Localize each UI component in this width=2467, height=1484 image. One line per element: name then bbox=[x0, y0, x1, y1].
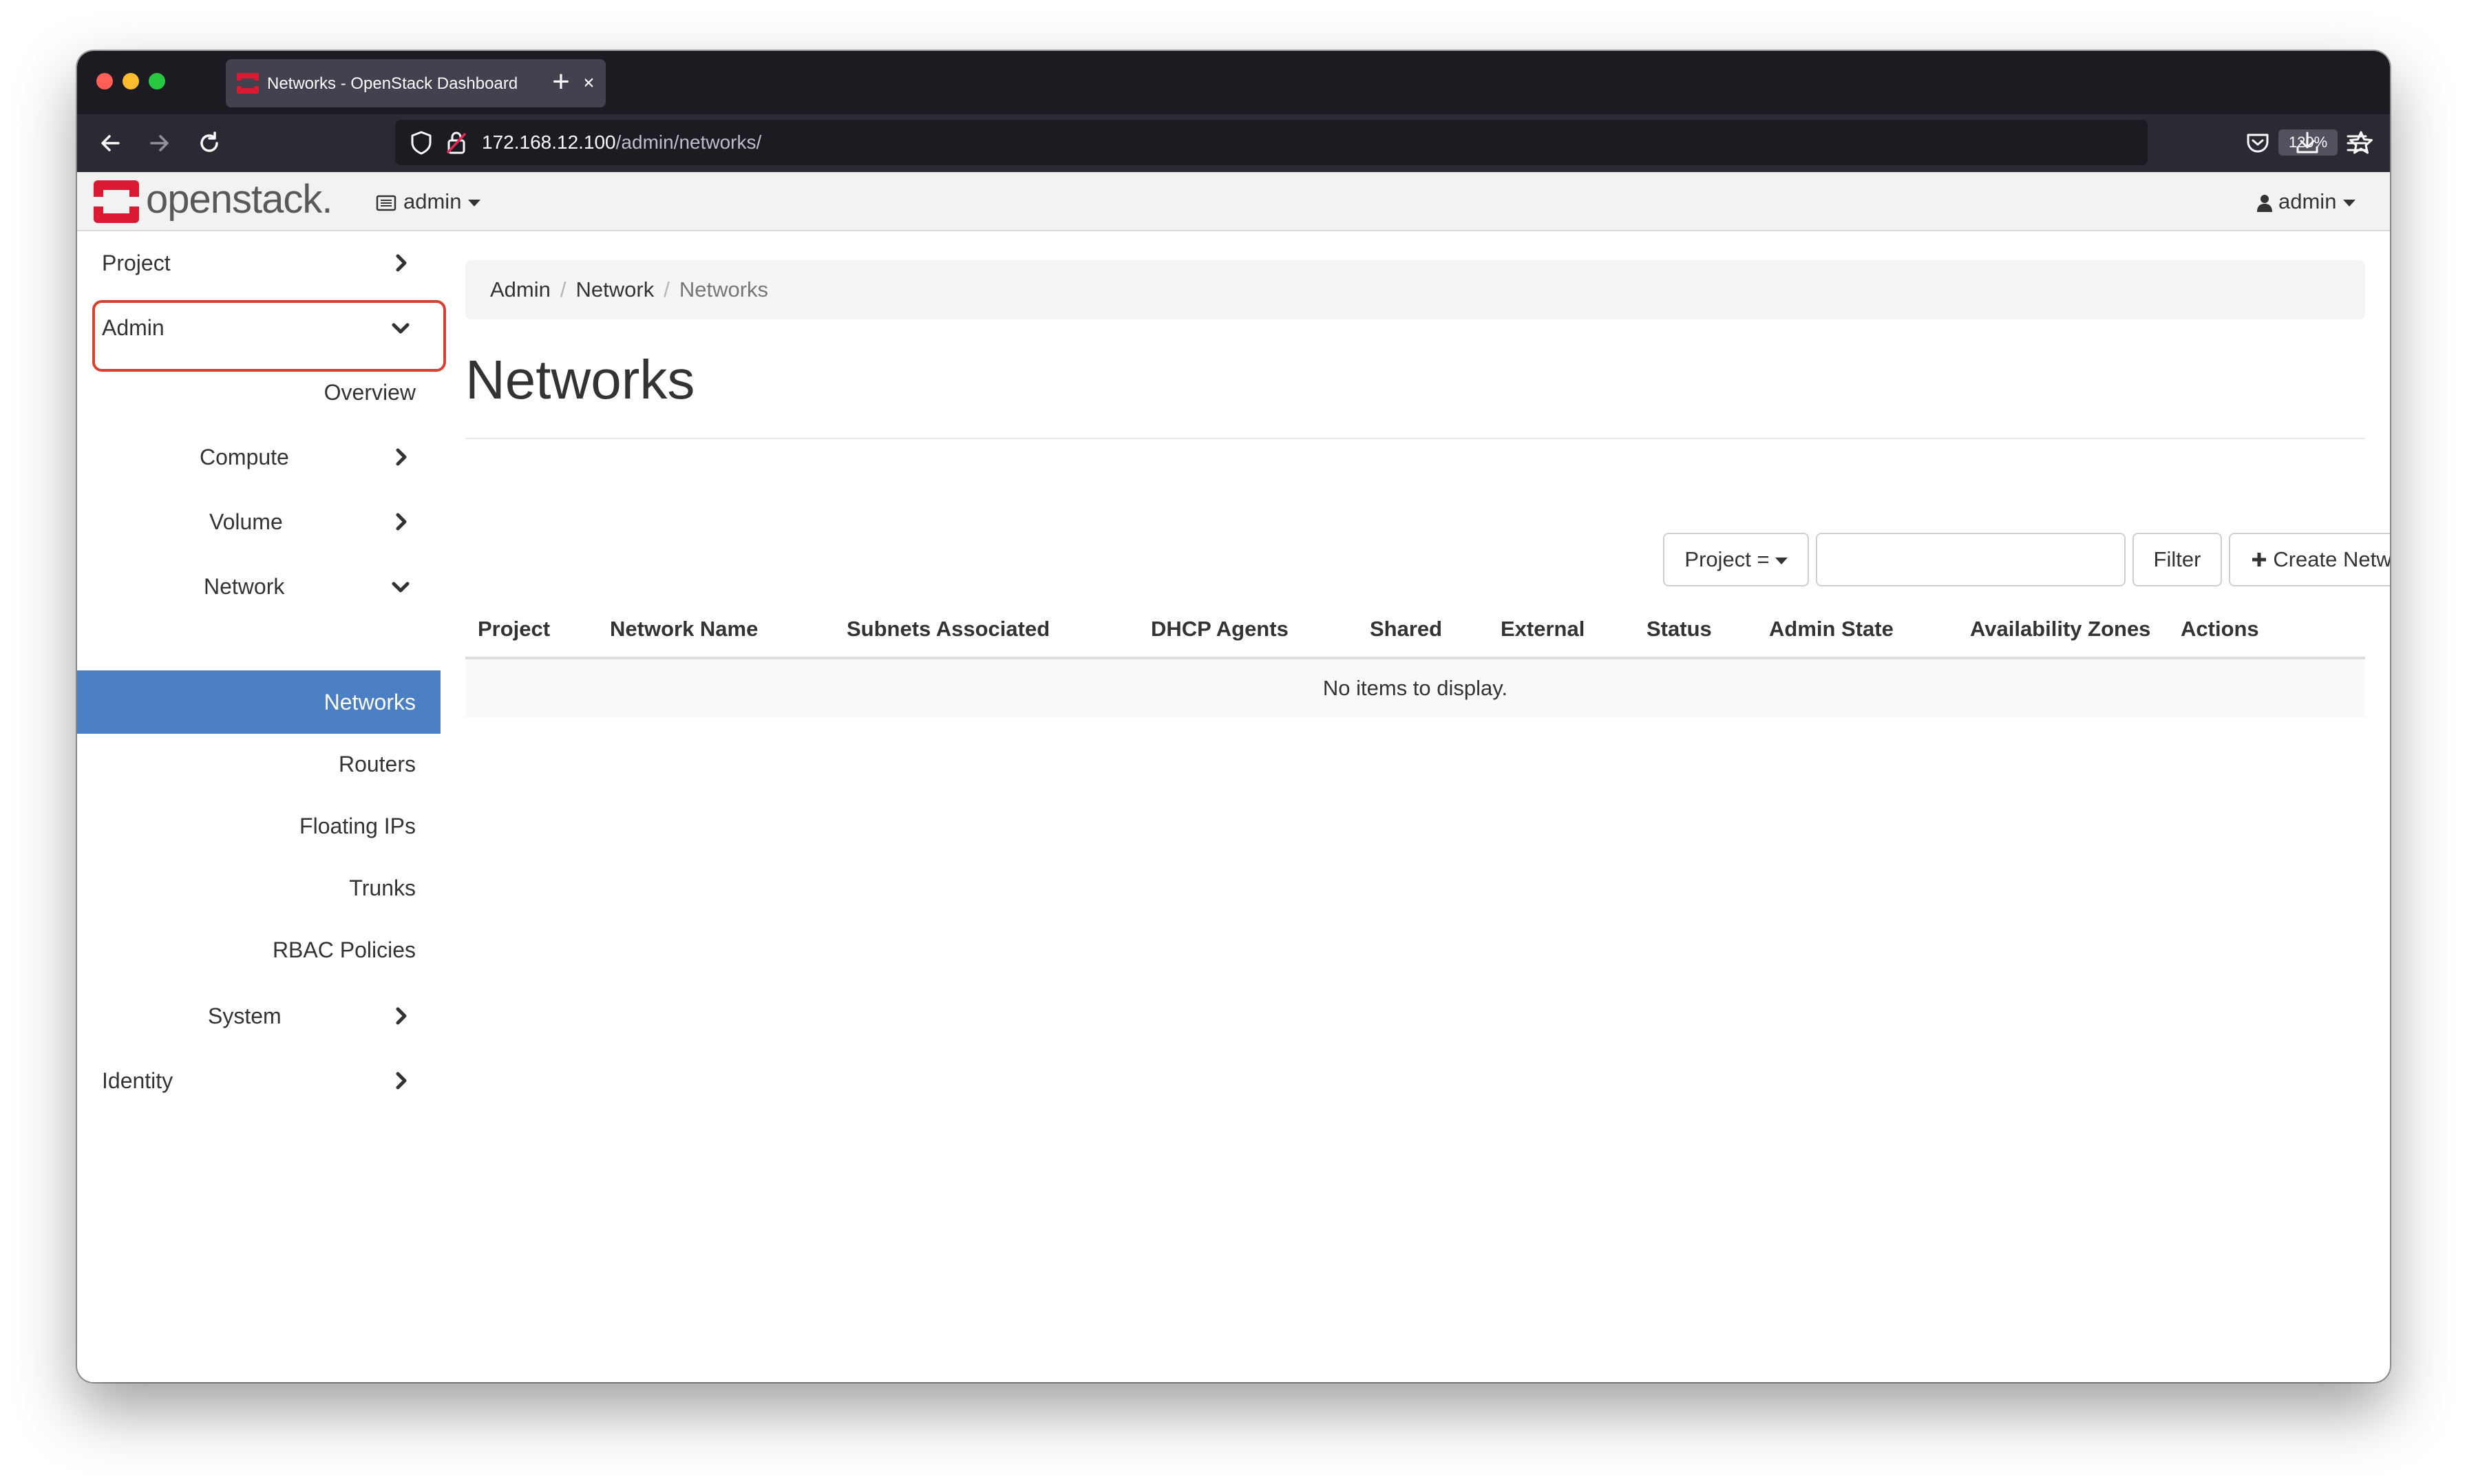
navigation-bar: 172.168.12.100/admin/networks/ 120% bbox=[77, 114, 2390, 172]
sidebar-item-volume[interactable]: Volume bbox=[77, 490, 441, 553]
column-header-dhcp-agents[interactable]: DHCP Agents bbox=[1151, 603, 1289, 655]
chevron-right-icon bbox=[396, 513, 407, 531]
chevron-right-icon bbox=[396, 1072, 407, 1090]
chevron-right-icon bbox=[396, 448, 407, 466]
zoom-window-button[interactable] bbox=[149, 73, 165, 89]
project-name: admin bbox=[403, 189, 462, 213]
sidebar-item-floating-ips[interactable]: Floating IPs bbox=[77, 796, 441, 858]
pocket-icon[interactable] bbox=[2243, 128, 2273, 158]
sidebar-item-label: System bbox=[208, 1004, 282, 1028]
browser-window: Networks - OpenStack Dashboard × + 172.1… bbox=[77, 51, 2390, 1382]
sidebar: Project Admin Overview Compute Volume Ne… bbox=[77, 231, 446, 1382]
column-header-network-name[interactable]: Network Name bbox=[610, 603, 758, 655]
sidebar-item-label: Volume bbox=[209, 509, 283, 534]
sidebar-item-label: Project bbox=[102, 251, 171, 275]
reload-icon[interactable] bbox=[194, 128, 224, 158]
openstack-header: openstack. admin admin bbox=[77, 172, 2390, 231]
column-header-actions: Actions bbox=[2181, 617, 2259, 641]
breadcrumb-network[interactable]: Network bbox=[576, 277, 655, 301]
column-header-admin-state[interactable]: Admin State bbox=[1769, 603, 1894, 655]
sidebar-item-label: Network bbox=[204, 574, 285, 599]
sidebar-item-identity[interactable]: Identity bbox=[77, 1049, 441, 1112]
breadcrumb-current: Networks bbox=[679, 277, 769, 301]
tab-strip: Networks - OpenStack Dashboard × + bbox=[77, 51, 2390, 114]
sidebar-item-network[interactable]: Network bbox=[77, 555, 441, 618]
chevron-right-icon bbox=[396, 254, 407, 272]
sidebar-item-label: Overview bbox=[324, 380, 416, 405]
column-header-shared[interactable]: Shared bbox=[1370, 603, 1442, 655]
sidebar-item-routers[interactable]: Routers bbox=[77, 734, 441, 796]
url-path: /admin/networks/ bbox=[615, 131, 762, 153]
sidebar-item-overview[interactable]: Overview bbox=[77, 361, 441, 424]
chevron-right-icon bbox=[396, 1007, 407, 1025]
sidebar-item-networks[interactable]: Networks bbox=[77, 670, 441, 734]
project-list-icon bbox=[376, 195, 396, 211]
address-bar[interactable]: 172.168.12.100/admin/networks/ 120% bbox=[395, 120, 2373, 165]
sidebar-item-label: Compute bbox=[200, 445, 289, 469]
tab-title: Networks - OpenStack Dashboard bbox=[267, 74, 518, 93]
filter-button[interactable]: Filter bbox=[2132, 533, 2222, 586]
new-tab-button[interactable]: + bbox=[537, 59, 585, 107]
forward-icon[interactable] bbox=[145, 128, 175, 158]
openstack-logo-icon[interactable] bbox=[94, 180, 139, 223]
openstack-logo-text[interactable]: openstack. bbox=[146, 178, 333, 222]
sidebar-item-system[interactable]: System bbox=[77, 984, 441, 1048]
title-divider bbox=[465, 438, 2365, 439]
breadcrumb-separator: / bbox=[664, 277, 670, 301]
column-header-external[interactable]: External bbox=[1501, 603, 1585, 655]
sidebar-item-trunks[interactable]: Trunks bbox=[77, 858, 441, 920]
close-window-button[interactable] bbox=[96, 73, 113, 89]
filter-field-select[interactable]: Project = bbox=[1663, 533, 1809, 586]
column-header-availability-zones[interactable]: Availability Zones bbox=[1970, 603, 2150, 655]
filter-field-label: Project = bbox=[1684, 547, 1770, 571]
caret-down-icon bbox=[468, 199, 481, 206]
menu-icon[interactable] bbox=[2342, 128, 2372, 158]
main-content: Admin / Network / Networks Networks Project … bbox=[465, 231, 2390, 1382]
plus-icon bbox=[2252, 552, 2267, 566]
user-name: admin bbox=[2278, 189, 2337, 213]
project-switcher[interactable]: admin bbox=[376, 186, 481, 218]
table-empty-row: No items to display. bbox=[465, 659, 2365, 717]
create-network-label: Create Network bbox=[2273, 547, 2390, 571]
breadcrumb: Admin / Network / Networks bbox=[465, 260, 2365, 319]
minimize-window-button[interactable] bbox=[123, 73, 139, 89]
column-header-status[interactable]: Status bbox=[1647, 603, 1712, 655]
column-header-subnets[interactable]: Subnets Associated bbox=[847, 603, 1050, 655]
url-host: 172.168.12.100 bbox=[482, 131, 616, 153]
user-menu[interactable]: admin bbox=[2256, 186, 2356, 218]
breadcrumb-separator: / bbox=[560, 277, 567, 301]
caret-down-icon bbox=[1775, 557, 1788, 564]
sidebar-item-label: Identity bbox=[102, 1068, 173, 1093]
column-header-project[interactable]: Project bbox=[478, 603, 550, 655]
url-text[interactable]: 172.168.12.100/admin/networks/ bbox=[482, 129, 761, 156]
openstack-favicon-icon bbox=[237, 73, 259, 94]
shield-icon[interactable] bbox=[409, 129, 434, 156]
lock-icon[interactable] bbox=[445, 129, 468, 156]
sidebar-item-rbac-policies[interactable]: RBAC Policies bbox=[77, 920, 441, 982]
sidebar-item-label: Trunks bbox=[349, 876, 416, 900]
sidebar-item-label: RBAC Policies bbox=[272, 937, 416, 962]
sidebar-item-label: Routers bbox=[338, 752, 416, 776]
sidebar-item-label: Floating IPs bbox=[299, 814, 416, 838]
sidebar-item-project[interactable]: Project bbox=[77, 231, 441, 295]
chevron-down-icon bbox=[392, 582, 410, 593]
page-title: Networks bbox=[465, 349, 695, 410]
filter-input[interactable] bbox=[1816, 533, 2126, 586]
breadcrumb-admin[interactable]: Admin bbox=[490, 277, 551, 301]
sidebar-item-compute[interactable]: Compute bbox=[77, 425, 441, 489]
caret-down-icon bbox=[2343, 199, 2356, 206]
user-icon bbox=[2257, 194, 2272, 212]
create-network-button[interactable]: Create Network bbox=[2229, 533, 2390, 586]
sidebar-item-label: Networks bbox=[324, 690, 416, 714]
back-icon[interactable] bbox=[95, 128, 125, 158]
download-icon[interactable] bbox=[2292, 128, 2322, 158]
